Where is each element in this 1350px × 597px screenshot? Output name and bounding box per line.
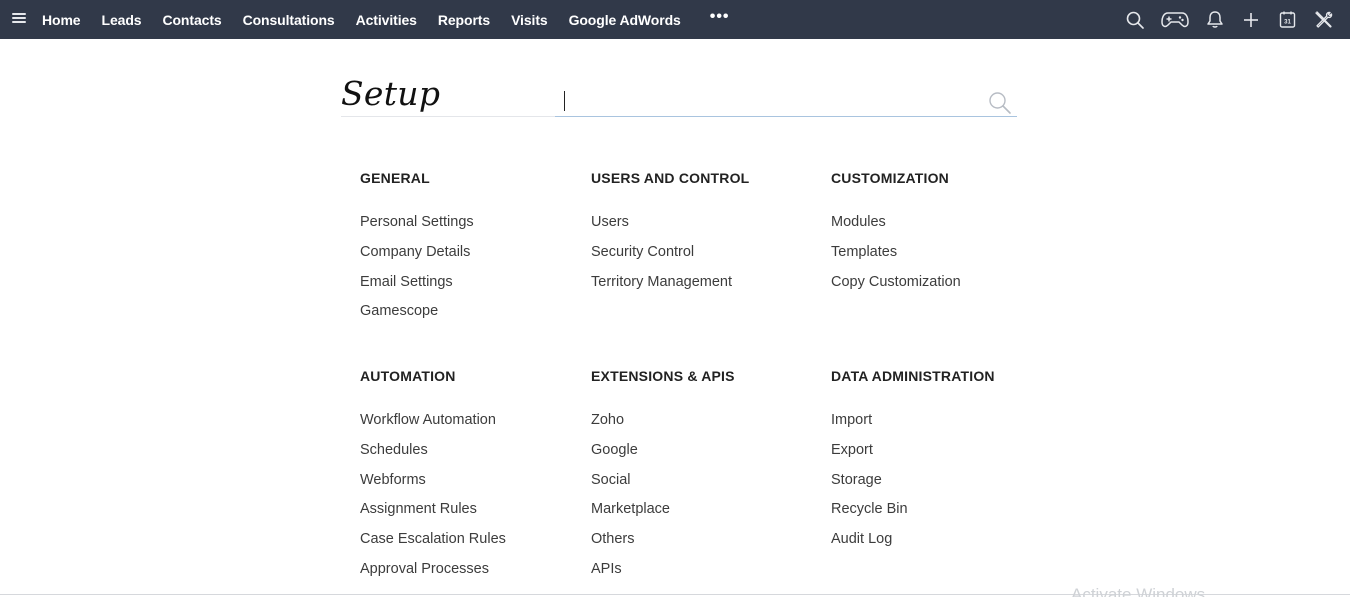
bell-icon[interactable] <box>1204 9 1226 31</box>
top-icon-group: 31 <box>1110 0 1334 39</box>
calendar-day-label: 31 <box>1284 20 1291 26</box>
section-title: DATA ADMINISTRATION <box>831 368 995 384</box>
section-automation: AUTOMATION Workflow Automation Schedules… <box>360 368 506 589</box>
link-export[interactable]: Export <box>831 440 995 470</box>
link-google[interactable]: Google <box>591 440 735 470</box>
section-data-administration: DATA ADMINISTRATION Import Export Storag… <box>831 368 995 559</box>
tab-consultations[interactable]: Consultations <box>243 12 335 28</box>
section-title: AUTOMATION <box>360 368 456 384</box>
section-general: GENERAL Personal Settings Company Detail… <box>360 170 474 331</box>
tab-home[interactable]: Home <box>42 12 81 28</box>
search-icon[interactable] <box>1124 9 1146 31</box>
section-title: CUSTOMIZATION <box>831 170 949 186</box>
section-users-and-control: USERS AND CONTROL Users Security Control… <box>591 170 749 301</box>
link-company-details[interactable]: Company Details <box>360 242 474 272</box>
link-audit-log[interactable]: Audit Log <box>831 529 995 559</box>
link-copy-customization[interactable]: Copy Customization <box>831 272 961 302</box>
link-others[interactable]: Others <box>591 529 735 559</box>
link-templates[interactable]: Templates <box>831 242 961 272</box>
tab-activities[interactable]: Activities <box>356 12 417 28</box>
windows-activation-watermark: Activate Windows <box>1071 585 1206 597</box>
tab-reports[interactable]: Reports <box>438 12 490 28</box>
setup-search-box <box>555 84 1017 117</box>
link-personal-settings[interactable]: Personal Settings <box>360 212 474 242</box>
section-extensions-apis: EXTENSIONS & APIS Zoho Google Social Mar… <box>591 368 735 589</box>
text-caret <box>564 91 565 111</box>
link-marketplace[interactable]: Marketplace <box>591 499 735 529</box>
setup-tools-icon[interactable] <box>1312 9 1334 31</box>
module-tabs: Home Leads Contacts Consultations Activi… <box>42 0 730 39</box>
link-apis[interactable]: APIs <box>591 559 735 589</box>
gamepad-icon[interactable] <box>1160 9 1190 31</box>
link-users[interactable]: Users <box>591 212 749 242</box>
link-gamescope[interactable]: Gamescope <box>360 301 474 331</box>
hamburger-icon[interactable] <box>12 11 26 25</box>
link-zoho[interactable]: Zoho <box>591 410 735 440</box>
link-modules[interactable]: Modules <box>831 212 961 242</box>
link-territory-management[interactable]: Territory Management <box>591 272 749 302</box>
section-title: USERS AND CONTROL <box>591 170 750 186</box>
tab-google-adwords[interactable]: Google AdWords <box>569 12 681 28</box>
search-icon[interactable] <box>988 91 1012 120</box>
page-title: Setup <box>341 74 441 113</box>
section-customization: CUSTOMIZATION Modules Templates Copy Cus… <box>831 170 961 301</box>
link-recycle-bin[interactable]: Recycle Bin <box>831 499 995 529</box>
section-title: GENERAL <box>360 170 430 186</box>
link-approval-processes[interactable]: Approval Processes <box>360 559 506 589</box>
setup-search-input[interactable] <box>555 84 985 116</box>
link-security-control[interactable]: Security Control <box>591 242 749 272</box>
link-schedules[interactable]: Schedules <box>360 440 506 470</box>
link-webforms[interactable]: Webforms <box>360 470 506 500</box>
plus-icon[interactable] <box>1240 9 1262 31</box>
section-title: EXTENSIONS & APIS <box>591 368 735 384</box>
link-storage[interactable]: Storage <box>831 470 995 500</box>
link-social[interactable]: Social <box>591 470 735 500</box>
title-divider <box>341 116 556 117</box>
link-assignment-rules[interactable]: Assignment Rules <box>360 499 506 529</box>
link-case-escalation-rules[interactable]: Case Escalation Rules <box>360 529 506 559</box>
tab-contacts[interactable]: Contacts <box>162 12 221 28</box>
link-email-settings[interactable]: Email Settings <box>360 272 474 302</box>
link-import[interactable]: Import <box>831 410 995 440</box>
top-navigation-bar: Home Leads Contacts Consultations Activi… <box>0 0 1350 39</box>
calendar-icon[interactable]: 31 <box>1276 9 1298 31</box>
tab-visits[interactable]: Visits <box>511 12 548 28</box>
more-tabs-button[interactable]: ••• <box>710 8 730 25</box>
link-workflow-automation[interactable]: Workflow Automation <box>360 410 506 440</box>
tab-leads[interactable]: Leads <box>102 12 142 28</box>
